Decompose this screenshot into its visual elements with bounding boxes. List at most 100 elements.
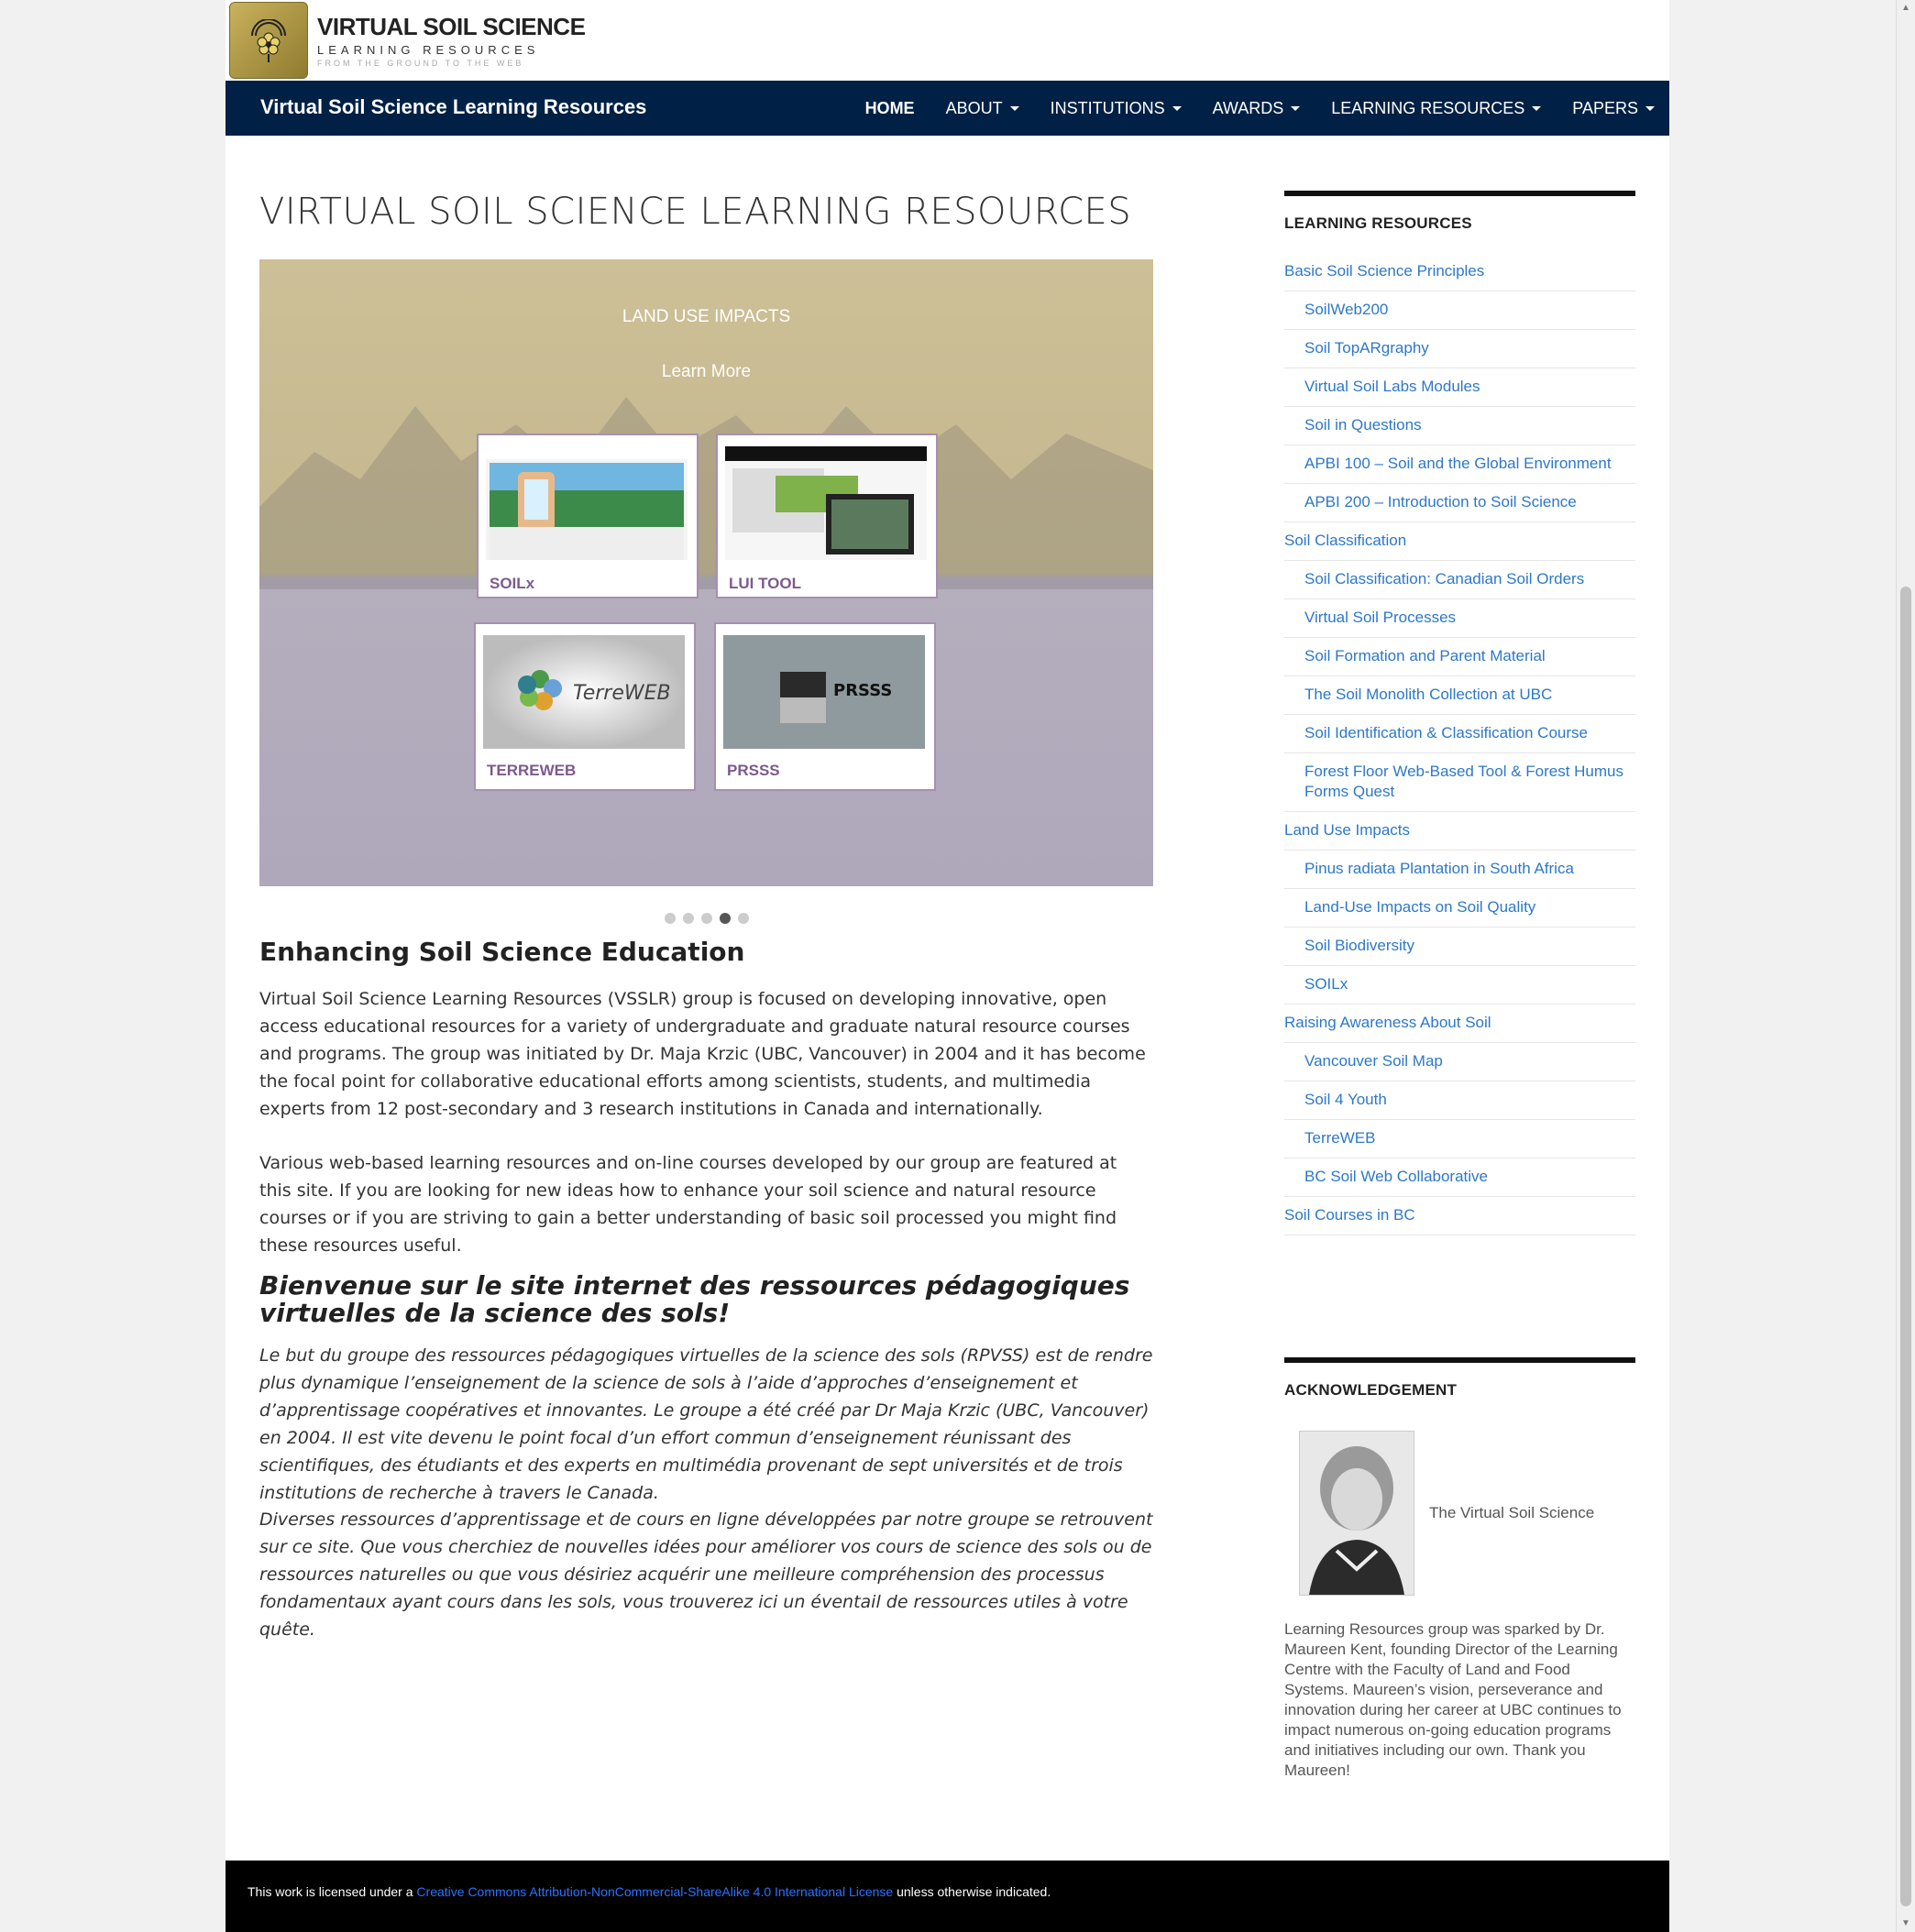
license-notice: This work is licensed under a Creative C… — [248, 1884, 1051, 1899]
brand-line-1: VIRTUAL SOIL SCIENCE — [317, 13, 586, 40]
nav-item-label: INSTITUTIONS — [1050, 98, 1165, 117]
caret-down-icon — [1532, 105, 1542, 111]
image-slider[interactable]: LAND USE IMPACTS Learn More SOILx LUI TO… — [259, 259, 1153, 886]
sidebar-link[interactable]: Land-Use Impacts on Soil Quality — [1284, 889, 1635, 928]
main-navbar: Virtual Soil Science Learning Resources … — [226, 81, 1669, 136]
intro-paragraph-1: Virtual Soil Science Learning Resources … — [259, 989, 1146, 1119]
acknowledgement-text: Learning Resources group was sparked by … — [1284, 1620, 1622, 1779]
caret-down-icon — [1645, 105, 1655, 111]
nav-item-papers[interactable]: PAPERS — [1572, 99, 1655, 118]
slider-dot[interactable] — [737, 913, 749, 924]
acknowledgement-title: ACKNOWLEDGEMENT — [1284, 1381, 1458, 1399]
license-prefix: This work is licensed under a — [248, 1884, 417, 1899]
nav-item-home[interactable]: HOME — [865, 99, 915, 118]
sidebar-link[interactable]: The Soil Monolith Collection at UBC — [1284, 676, 1635, 715]
scrollbar-thumb[interactable] — [1900, 587, 1911, 1906]
license-suffix: unless otherwise indicated. — [893, 1884, 1051, 1899]
sidebar-link[interactable]: TerreWEB — [1284, 1120, 1635, 1158]
sidebar-link[interactable]: Soil Formation and Parent Material — [1284, 638, 1635, 676]
lui-tool-thumbnail — [725, 446, 927, 560]
heading-french-welcome: Bienvenue sur le site internet des resso… — [259, 1270, 1130, 1328]
sidebar-link[interactable]: Forest Floor Web-Based Tool & Forest Hum… — [1284, 753, 1635, 812]
french-paragraph-2: Diverses ressources d’apprentissage et d… — [259, 1509, 1153, 1640]
sidebar-link[interactable]: Soil in Questions — [1284, 407, 1635, 445]
nav-item-about[interactable]: ABOUT — [946, 99, 1019, 118]
scroll-down-arrow-icon[interactable]: ▼ — [1897, 1916, 1915, 1932]
sidebar-link[interactable]: APBI 100 – Soil and the Global Environme… — [1284, 445, 1635, 484]
portrait-image — [1300, 1432, 1414, 1595]
vertical-scrollbar[interactable]: ▲ ▼ — [1896, 0, 1915, 1932]
prsss-thumbnail: PRSSS — [723, 635, 925, 749]
card-label: SOILx — [490, 575, 535, 592]
nav-item-label: AWARDS — [1212, 98, 1284, 117]
sidebar-link[interactable]: Land Use Impacts — [1284, 812, 1635, 851]
french-paragraph-1: Le but du groupe des ressources pédagogi… — [259, 1345, 1153, 1503]
sidebar-link[interactable]: Soil Classification — [1284, 522, 1635, 561]
sidebar-link[interactable]: Soil Courses in BC — [1284, 1197, 1635, 1235]
card-label: PRSSS — [727, 762, 780, 779]
brand-line-2: LEARNING RESOURCES — [317, 43, 540, 57]
portrait-photo — [1299, 1431, 1414, 1596]
sidebar-link[interactable]: Soil 4 Youth — [1284, 1081, 1635, 1120]
caret-down-icon — [1172, 105, 1182, 111]
sidebar-link[interactable]: SoilWeb200 — [1284, 291, 1635, 330]
soilx-thumbnail — [486, 446, 688, 560]
slider-dot[interactable] — [682, 913, 694, 924]
brand-line-3: FROM THE GROUND TO THE WEB — [317, 59, 524, 68]
terreweb-thumbnail: TerreWEB — [483, 635, 685, 749]
navbar-site-title[interactable]: Virtual Soil Science Learning Resources — [260, 95, 646, 119]
card-label: TERREWEB — [487, 762, 577, 779]
intro-paragraph-2: Various web-based learning resources and… — [259, 1153, 1117, 1256]
license-link[interactable]: Creative Commons Attribution-NonCommerci… — [416, 1884, 893, 1899]
sidebar-link[interactable]: Raising Awareness About Soil — [1284, 1004, 1635, 1043]
flower-logo-icon — [251, 19, 286, 62]
sidebar-link[interactable]: Virtual Soil Processes — [1284, 599, 1635, 638]
card-label: LUI TOOL — [729, 575, 802, 592]
sidebar-link[interactable]: Pinus radiata Plantation in South Africa — [1284, 851, 1635, 889]
slider-pagination — [259, 912, 1153, 928]
caret-down-icon — [1009, 105, 1019, 111]
sidebar-link[interactable]: APBI 200 – Introduction to Soil Science — [1284, 484, 1635, 522]
slider-dot[interactable] — [700, 913, 712, 924]
slider-dot[interactable] — [664, 913, 676, 924]
scroll-up-arrow-icon[interactable]: ▲ — [1897, 0, 1915, 16]
slider-dot-active[interactable] — [719, 913, 731, 924]
acknowledgement-caption: The Virtual Soil Science — [1429, 1504, 1595, 1521]
mountain-background — [259, 397, 1153, 589]
nav-item-label: ABOUT — [945, 98, 1003, 117]
sidebar: LEARNING RESOURCES Basic Soil Science Pr… — [1284, 191, 1635, 1779]
site-logo[interactable] — [229, 2, 308, 79]
nav-item-institutions[interactable]: INSTITUTIONS — [1051, 99, 1182, 118]
sidebar-link[interactable]: Basic Soil Science Principles — [1284, 253, 1635, 291]
heading-enhancing-education: Enhancing Soil Science Education — [259, 937, 745, 967]
slide-title: LAND USE IMPACTS — [622, 307, 791, 326]
nav-item-label: HOME — [864, 98, 915, 117]
brand-wordmark[interactable]: VIRTUAL SOIL SCIENCE LEARNING RESOURCES … — [317, 13, 586, 68]
sidebar-link[interactable]: Vancouver Soil Map — [1284, 1043, 1635, 1081]
slide-card-soilx[interactable]: SOILx — [477, 434, 699, 598]
sidebar-link[interactable]: Virtual Soil Labs Modules — [1284, 368, 1635, 407]
caret-down-icon — [1291, 105, 1301, 111]
sidebar-link[interactable]: BC Soil Web Collaborative — [1284, 1158, 1635, 1197]
nav-item-label: PAPERS — [1572, 98, 1638, 117]
widget-divider — [1284, 1357, 1635, 1363]
slide-card-lui-tool[interactable]: LUI TOOL — [716, 434, 938, 598]
sidebar-link[interactable]: Soil TopARgraphy — [1284, 330, 1635, 368]
sidebar-link[interactable]: SOILx — [1284, 966, 1635, 1004]
slide-card-terreweb[interactable]: TerreWEB TERREWEB — [474, 622, 696, 791]
slide-card-prsss[interactable]: PRSSS PRSSS — [714, 622, 936, 791]
svg-text:TerreWEB: TerreWEB — [573, 682, 671, 705]
sidebar-link[interactable]: Soil Identification & Classification Cou… — [1284, 715, 1635, 753]
widget-divider — [1284, 191, 1635, 196]
sidebar-link[interactable]: Soil Classification: Canadian Soil Order… — [1284, 561, 1635, 599]
sidebar-link[interactable]: Soil Biodiversity — [1284, 928, 1635, 966]
learn-more-link[interactable]: Learn More — [259, 362, 1153, 382]
nav-menu: HOME ABOUT INSTITUTIONS AWARDS LEARNING … — [834, 81, 1655, 136]
nav-item-learning-resources[interactable]: LEARNING RESOURCES — [1331, 99, 1542, 118]
nav-item-awards[interactable]: AWARDS — [1213, 99, 1301, 118]
page-title: VIRTUAL SOIL SCIENCE LEARNING RESOURCES — [259, 191, 1132, 233]
learning-resources-list: Basic Soil Science Principles SoilWeb200 S… — [1284, 253, 1635, 1235]
acknowledgement-widget: ACKNOWLEDGEMENT The Virtual Soil Science… — [1284, 1357, 1635, 1779]
svg-text:PRSSS: PRSSS — [833, 681, 892, 700]
learning-resources-title: LEARNING RESOURCES — [1284, 214, 1472, 232]
